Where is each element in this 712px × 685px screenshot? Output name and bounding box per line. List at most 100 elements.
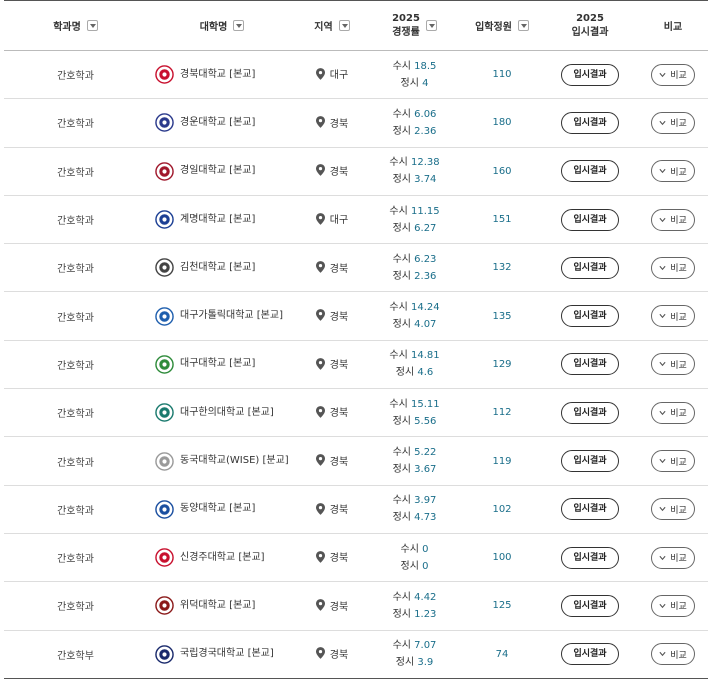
university-logo-icon <box>155 161 174 181</box>
admission-result-button[interactable]: 입시결과 <box>561 63 619 86</box>
sort-dropdown-icon[interactable] <box>425 20 437 31</box>
region-name: 경북 <box>329 311 349 323</box>
compare-cell: 비교 <box>638 485 708 534</box>
region-name: 경북 <box>329 408 349 420</box>
admission-result-button[interactable]: 입시결과 <box>561 498 619 521</box>
compare-button[interactable]: 비교 <box>651 353 695 376</box>
university-name[interactable]: 계명대학교 [본교] <box>180 213 255 227</box>
admission-result-button[interactable]: 입시결과 <box>561 305 619 328</box>
compare-button[interactable]: 비교 <box>651 63 695 86</box>
susi-rate: 15.11 <box>410 398 440 410</box>
compare-button[interactable]: 비교 <box>651 643 695 666</box>
quota-value: 180 <box>492 117 512 129</box>
compare-button-label: 비교 <box>670 71 687 82</box>
jeongsi-rate: 4.6 <box>417 367 434 379</box>
region-cell: 대구 <box>297 50 367 100</box>
header-dept: 학과명 <box>4 0 147 51</box>
compare-button[interactable]: 비교 <box>651 256 695 279</box>
university-logo-icon <box>155 403 174 422</box>
susi-label: 수시 <box>392 108 411 120</box>
university-name[interactable]: 경북대학교 [본교] <box>180 68 255 82</box>
jeongsi-label: 정시 <box>392 174 411 186</box>
chevron-down-icon <box>659 362 666 367</box>
compare-cell: 비교 <box>638 581 708 631</box>
location-pin-icon <box>315 454 325 467</box>
admission-result-button[interactable]: 입시결과 <box>561 256 619 279</box>
susi-rate: 14.24 <box>410 302 440 314</box>
quota-value: 74 <box>495 648 509 660</box>
univ-cell: 경북대학교 [본교] <box>147 50 297 100</box>
result-cell: 입시결과 <box>542 50 638 100</box>
header-compare: 비교 <box>638 0 708 51</box>
university-name[interactable]: 경운대학교 [본교] <box>180 116 255 130</box>
dept-name: 간호학과 <box>57 457 94 469</box>
compare-button-label: 비교 <box>670 360 687 371</box>
rate-cell: 수시 6.06 정시 2.36 <box>367 98 462 148</box>
university-name[interactable]: 대구대학교 [본교] <box>180 357 255 371</box>
jeongsi-label: 정시 <box>395 657 415 669</box>
dept-cell: 간호학과 <box>4 147 147 196</box>
university-name[interactable]: 동국대학교(WISE) [분교] <box>180 454 289 468</box>
region-name: 대구 <box>329 70 349 82</box>
admission-result-button[interactable]: 입시결과 <box>561 643 619 666</box>
university-logo-icon <box>155 644 174 664</box>
sort-dropdown-icon[interactable] <box>338 20 350 31</box>
university-logo-icon <box>155 451 174 471</box>
region-cell: 경북 <box>297 291 367 341</box>
quota-value: 100 <box>492 552 512 564</box>
header-result: 2025 입시결과 <box>542 0 638 51</box>
quota-cell: 125 <box>462 581 542 631</box>
header-result-year: 2025 <box>576 12 604 24</box>
university-name[interactable]: 동양대학교 [본교] <box>180 502 255 516</box>
admission-result-button[interactable]: 입시결과 <box>561 353 619 376</box>
admission-result-button[interactable]: 입시결과 <box>561 111 619 134</box>
header-quota-label: 입학정원 <box>475 22 512 33</box>
university-name[interactable]: 위덕대학교 [본교] <box>180 599 255 613</box>
univ-cell: 계명대학교 [본교] <box>147 195 297 245</box>
location-pin-icon <box>315 164 325 177</box>
jeongsi-label: 정시 <box>392 270 411 282</box>
susi-rate: 0 <box>422 543 429 555</box>
university-name[interactable]: 대구가톨릭대학교 [본교] <box>180 309 283 323</box>
compare-button[interactable]: 비교 <box>651 594 695 617</box>
university-name[interactable]: 신경주대학교 [본교] <box>180 551 265 565</box>
admission-result-button[interactable]: 입시결과 <box>561 160 619 183</box>
header-univ: 대학명 <box>147 0 297 51</box>
university-name[interactable]: 경일대학교 [본교] <box>180 164 255 178</box>
dept-cell: 간호학과 <box>4 291 147 341</box>
compare-button[interactable]: 비교 <box>651 305 695 328</box>
region-cell: 경북 <box>297 533 367 583</box>
admission-result-button[interactable]: 입시결과 <box>561 594 619 617</box>
header-rate: 2025 경쟁률 <box>367 0 462 51</box>
jeongsi-label: 정시 <box>392 319 411 331</box>
compare-button[interactable]: 비교 <box>651 111 695 134</box>
admission-result-button[interactable]: 입시결과 <box>561 401 619 424</box>
univ-cell: 대구대학교 [본교] <box>147 340 297 390</box>
admission-result-button[interactable]: 입시결과 <box>561 208 619 231</box>
compare-button[interactable]: 비교 <box>651 546 695 569</box>
header-compare-label: 비교 <box>663 22 683 33</box>
university-name[interactable]: 국립경국대학교 [본교] <box>180 647 274 661</box>
quota-cell: 112 <box>462 388 542 438</box>
compare-button[interactable]: 비교 <box>651 498 695 521</box>
sort-dropdown-icon[interactable] <box>233 20 245 31</box>
quota-value: 119 <box>492 455 512 467</box>
sort-dropdown-icon[interactable] <box>86 20 98 31</box>
result-cell: 입시결과 <box>542 581 638 631</box>
compare-button[interactable]: 비교 <box>651 450 695 473</box>
result-cell: 입시결과 <box>542 388 638 438</box>
university-logo-icon <box>155 548 174 567</box>
compare-button[interactable]: 비교 <box>651 401 695 424</box>
region-name: 경북 <box>329 505 349 517</box>
university-name[interactable]: 김천대학교 [본교] <box>180 261 255 275</box>
compare-button[interactable]: 비교 <box>651 208 695 231</box>
compare-button[interactable]: 비교 <box>651 160 695 183</box>
chevron-down-icon <box>659 603 666 609</box>
admission-result-button[interactable]: 입시결과 <box>561 546 619 569</box>
university-name[interactable]: 대구한의대학교 [본교] <box>180 406 274 420</box>
dept-name: 간호학부 <box>57 650 94 662</box>
jeongsi-label: 정시 <box>392 222 411 234</box>
sort-dropdown-icon[interactable] <box>517 20 529 31</box>
admission-result-button[interactable]: 입시결과 <box>561 450 619 473</box>
compare-button-label: 비교 <box>670 602 687 613</box>
